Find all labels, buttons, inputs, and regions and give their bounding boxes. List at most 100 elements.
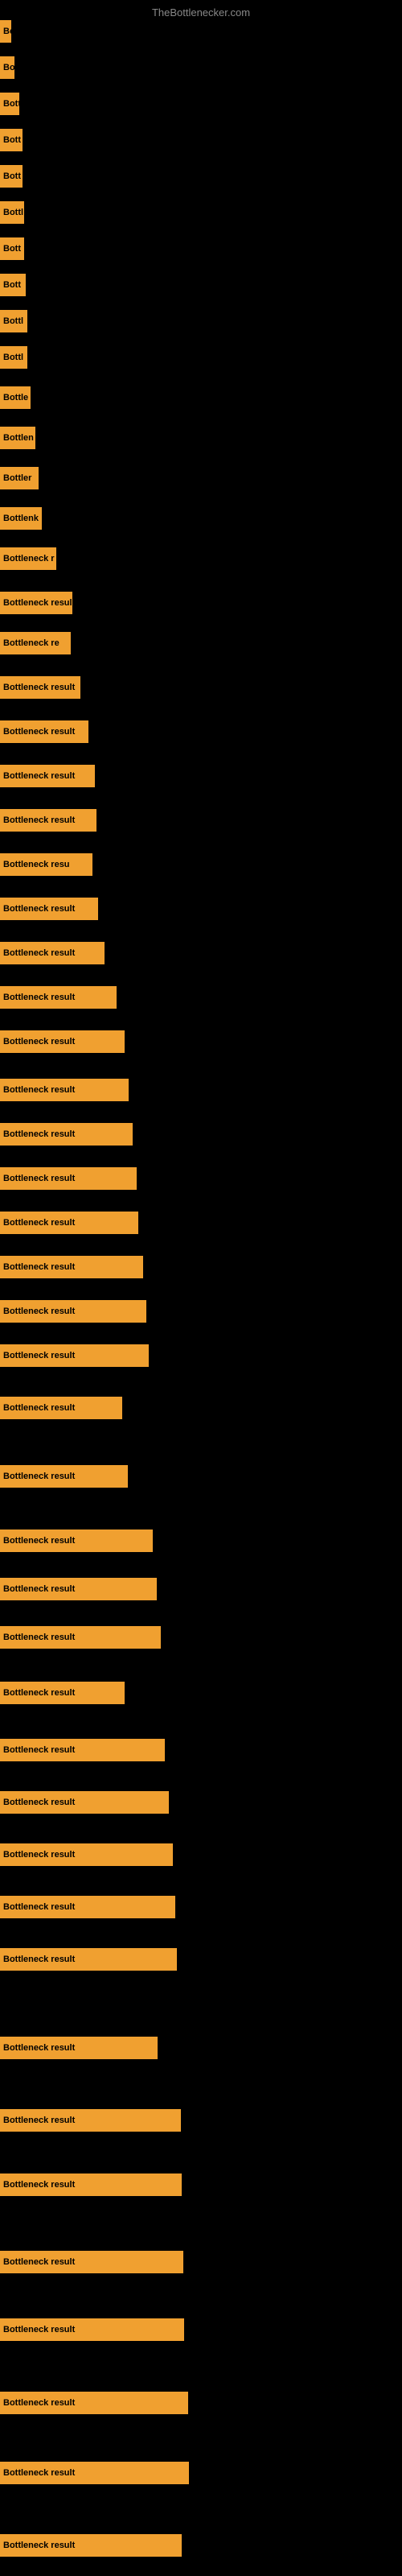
list-item: Bott bbox=[0, 93, 19, 115]
bar-label: Bottleneck result bbox=[3, 683, 75, 692]
bar-label: Bottleneck result bbox=[3, 904, 75, 914]
bar-label: Bottleneck result bbox=[3, 2116, 75, 2125]
list-item: Bottleneck result bbox=[0, 2037, 158, 2059]
list-item: Bottleneck result bbox=[0, 765, 95, 787]
bar-label: Bottleneck result bbox=[3, 1085, 75, 1095]
bar-label: Bottleneck result bbox=[3, 771, 75, 781]
list-item: Bottleneck resul bbox=[0, 592, 72, 614]
bar-label: Bottleneck result bbox=[3, 2180, 75, 2190]
bar-label: Bottleneck result bbox=[3, 1850, 75, 1860]
list-item: Bottleneck result bbox=[0, 1167, 137, 1190]
list-item: Bottleneck result bbox=[0, 1123, 133, 1146]
bar-label: Bottl bbox=[3, 208, 23, 217]
bar-label: Bottlenk bbox=[3, 514, 39, 523]
bar-label: Bottleneck result bbox=[3, 1633, 75, 1642]
list-item: Bottleneck result bbox=[0, 942, 105, 964]
list-item: Bottleneck resu bbox=[0, 853, 92, 876]
list-item: Bottleneck result bbox=[0, 2251, 183, 2273]
bar-label: Bottleneck resu bbox=[3, 860, 70, 869]
bar-label: Bottleneck result bbox=[3, 815, 75, 825]
bar-label: Bottle bbox=[3, 393, 28, 402]
bar-label: Bottleneck result bbox=[3, 1218, 75, 1228]
list-item: Bott bbox=[0, 165, 23, 188]
list-item: Bottleneck result bbox=[0, 1465, 128, 1488]
bar-label: Bottleneck result bbox=[3, 1955, 75, 1964]
list-item: Bottleneck result bbox=[0, 986, 117, 1009]
bar-label: Bottleneck result bbox=[3, 1351, 75, 1360]
bar-label: Bottleneck resul bbox=[3, 598, 72, 608]
list-item: Bottleneck result bbox=[0, 1896, 175, 1918]
bar-label: Bottleneck result bbox=[3, 2398, 75, 2408]
bar-label: Bottl bbox=[3, 316, 23, 326]
bar-label: Bott bbox=[3, 280, 21, 290]
list-item: Bottleneck result bbox=[0, 2534, 182, 2557]
bar-label: Bottleneck result bbox=[3, 1037, 75, 1046]
bar-label: Bottleneck result bbox=[3, 1745, 75, 1755]
list-item: Bottleneck result bbox=[0, 1682, 125, 1704]
bar-label: Bott bbox=[3, 99, 19, 109]
list-item: Bottleneck result bbox=[0, 1397, 122, 1419]
bar-label: Bottleneck result bbox=[3, 1403, 75, 1413]
list-item: Bott bbox=[0, 129, 23, 151]
list-item: Bottleneck result bbox=[0, 898, 98, 920]
bar-label: Bottleneck result bbox=[3, 948, 75, 958]
list-item: Bottleneck result bbox=[0, 1256, 143, 1278]
list-item: Bottleneck result bbox=[0, 1791, 169, 1814]
list-item: Bottlen bbox=[0, 427, 35, 449]
list-item: Bottleneck result bbox=[0, 1530, 153, 1552]
bar-label: Bottleneck result bbox=[3, 2541, 75, 2550]
list-item: Bottleneck result bbox=[0, 1843, 173, 1866]
bar-label: Bo bbox=[3, 63, 14, 72]
list-item: Bottleneck result bbox=[0, 2174, 182, 2196]
list-item: Bottleneck result bbox=[0, 2392, 188, 2414]
list-item: Bottleneck r bbox=[0, 547, 56, 570]
list-item: Bottleneck result bbox=[0, 1739, 165, 1761]
bar-label: Bottleneck result bbox=[3, 993, 75, 1002]
list-item: Bottl bbox=[0, 310, 27, 332]
list-item: Bottlenk bbox=[0, 507, 42, 530]
bar-label: Bottleneck result bbox=[3, 1472, 75, 1481]
bar-label: Bottleneck result bbox=[3, 2325, 75, 2334]
list-item: Bottleneck result bbox=[0, 720, 88, 743]
bar-label: Bottleneck result bbox=[3, 1129, 75, 1139]
bar-label: Bottleneck result bbox=[3, 1174, 75, 1183]
list-item: Bottle bbox=[0, 386, 31, 409]
list-item: Bottleneck result bbox=[0, 2462, 189, 2484]
bar-label: Bottleneck result bbox=[3, 1584, 75, 1594]
bar-label: Bottlen bbox=[3, 433, 34, 443]
bar-label: Bottler bbox=[3, 473, 31, 483]
list-item: Bottleneck result bbox=[0, 1300, 146, 1323]
bar-label: Bottleneck result bbox=[3, 727, 75, 737]
bar-label: Bo bbox=[3, 27, 11, 36]
bar-label: Bottleneck result bbox=[3, 2468, 75, 2478]
bar-label: Bottleneck r bbox=[3, 554, 55, 564]
list-item: Bottler bbox=[0, 467, 39, 489]
bar-label: Bottleneck result bbox=[3, 1688, 75, 1698]
list-item: Bottleneck result bbox=[0, 676, 80, 699]
bar-label: Bott bbox=[3, 171, 21, 181]
site-title: TheBottlenecker.com bbox=[0, 0, 402, 22]
list-item: Bottleneck result bbox=[0, 809, 96, 832]
list-item: Bottleneck result bbox=[0, 1948, 177, 1971]
list-item: Bottl bbox=[0, 201, 24, 224]
bar-label: Bottl bbox=[3, 353, 23, 362]
list-item: Bottleneck re bbox=[0, 632, 71, 654]
list-item: Bo bbox=[0, 20, 11, 43]
list-item: Bottleneck result bbox=[0, 1626, 161, 1649]
bar-label: Bottleneck re bbox=[3, 638, 59, 648]
list-item: Bottl bbox=[0, 346, 27, 369]
list-item: Bott bbox=[0, 237, 24, 260]
bar-label: Bottleneck result bbox=[3, 2257, 75, 2267]
list-item: Bott bbox=[0, 274, 26, 296]
list-item: Bottleneck result bbox=[0, 1079, 129, 1101]
list-item: Bo bbox=[0, 56, 14, 79]
bar-label: Bottleneck result bbox=[3, 1798, 75, 1807]
bar-label: Bottleneck result bbox=[3, 1902, 75, 1912]
list-item: Bottleneck result bbox=[0, 2109, 181, 2132]
list-item: Bottleneck result bbox=[0, 1212, 138, 1234]
bar-label: Bottleneck result bbox=[3, 2043, 75, 2053]
bar-label: Bott bbox=[3, 244, 21, 254]
list-item: Bottleneck result bbox=[0, 1578, 157, 1600]
bar-label: Bott bbox=[3, 135, 21, 145]
bar-label: Bottleneck result bbox=[3, 1536, 75, 1546]
